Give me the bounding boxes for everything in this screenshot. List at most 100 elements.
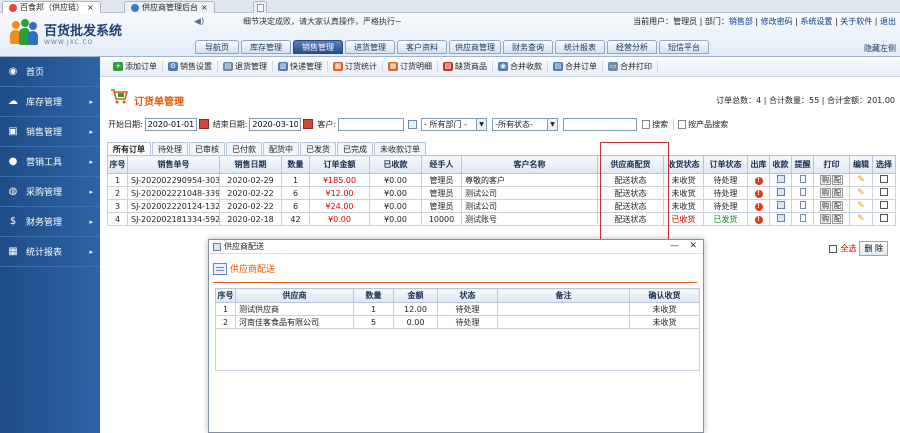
sidebar-item-5[interactable]: $ 财务管理 ▸: [0, 207, 100, 237]
calendar-icon[interactable]: [198, 119, 209, 129]
cell-outbound[interactable]: !: [747, 186, 770, 200]
cell-edit[interactable]: ✎: [849, 199, 873, 213]
cell-outbound[interactable]: !: [747, 212, 770, 226]
cell-confirm[interactable]: 未收货: [629, 302, 700, 316]
table-row[interactable]: 1 SJ-202002290954-303 2020-02-29 1 ¥185.00 ¥0…: [107, 173, 896, 187]
sidebar-item-1[interactable]: ☁ 库存管理 ▸: [0, 87, 100, 117]
cell-order-no[interactable]: SJ-202002221048-339: [127, 186, 220, 200]
print-delivery-button[interactable]: 配: [832, 188, 843, 198]
print-delivery-button[interactable]: 配: [832, 201, 843, 211]
cell-payment[interactable]: [769, 186, 792, 200]
cell-confirm[interactable]: 未收货: [629, 315, 700, 329]
print-purchase-button[interactable]: 购: [820, 188, 831, 198]
pencil-icon[interactable]: ✎: [857, 201, 865, 211]
sidebar-item-4[interactable]: ◍ 采购管理 ▸: [0, 177, 100, 207]
cell-outbound[interactable]: !: [747, 199, 770, 213]
table-row[interactable]: 2 SJ-202002221048-339 2020-02-22 6 ¥12.00 ¥0.…: [107, 186, 896, 200]
table-row[interactable]: 3 SJ-202002220124-132 2020-02-22 6 ¥24.00 ¥0.…: [107, 199, 896, 213]
toolbar-button-1[interactable]: ⚙ 销售设置: [163, 61, 218, 72]
cell-select[interactable]: [872, 199, 896, 213]
pencil-icon[interactable]: ✎: [857, 175, 865, 185]
nav-tab-3[interactable]: 进货管理: [345, 40, 395, 54]
about-link[interactable]: 关于软件: [840, 17, 872, 26]
status-tab-1[interactable]: 待处理: [152, 142, 188, 155]
toolbar-button-7[interactable]: ◉ 合并收款: [493, 61, 548, 72]
sidebar-item-6[interactable]: ▦ 统计报表 ▸: [0, 237, 100, 267]
print-delivery-button[interactable]: 配: [832, 175, 843, 185]
customer-picker-icon[interactable]: [408, 119, 418, 129]
search-button[interactable]: 搜索: [642, 119, 668, 130]
start-date-input[interactable]: [144, 117, 197, 131]
toolbar-button-5[interactable]: ▦ 订货明细: [383, 61, 438, 72]
cell-edit[interactable]: ✎: [849, 212, 873, 226]
cell-select[interactable]: [872, 212, 896, 226]
keyword-input[interactable]: [563, 117, 638, 131]
end-date-input[interactable]: [249, 117, 302, 131]
alert-icon[interactable]: !: [754, 203, 763, 211]
calendar-icon[interactable]: [303, 119, 314, 129]
status-tab-7[interactable]: 未收款订单: [374, 142, 426, 155]
cell-order-no[interactable]: SJ-202002290954-303: [127, 173, 220, 187]
status-tab-2[interactable]: 已审核: [189, 142, 225, 155]
row-checkbox[interactable]: [880, 175, 888, 183]
minimize-icon[interactable]: —: [670, 241, 679, 251]
row-checkbox[interactable]: [880, 201, 888, 209]
payment-icon[interactable]: [776, 201, 785, 209]
print-delivery-button[interactable]: 配: [832, 214, 843, 224]
cell-order-no[interactable]: SJ-202002220124-132: [127, 199, 220, 213]
print-purchase-button[interactable]: 购: [820, 201, 831, 211]
status-tab-4[interactable]: 配货中: [263, 142, 299, 155]
nav-tab-2[interactable]: 销售管理: [293, 40, 343, 54]
payment-icon[interactable]: [776, 188, 785, 196]
dept-link[interactable]: 销售部: [729, 17, 753, 26]
browser-tab-main[interactable]: 百食邦（供应链） ×: [2, 1, 101, 13]
dialog-title-bar[interactable]: 供应商配送: [209, 240, 703, 254]
close-icon[interactable]: ✕: [689, 241, 697, 251]
cell-remind[interactable]: [791, 186, 814, 200]
new-tab-button[interactable]: [253, 1, 267, 13]
pencil-icon[interactable]: ✎: [857, 214, 865, 224]
toolbar-button-4[interactable]: ▦ 订货统计: [328, 61, 383, 72]
cell-remind[interactable]: [791, 173, 814, 187]
nav-tab-8[interactable]: 经营分析: [607, 40, 657, 54]
select-all-label[interactable]: 全选: [840, 243, 856, 254]
nav-tab-6[interactable]: 财务查询: [503, 40, 553, 54]
document-icon[interactable]: [799, 201, 806, 209]
department-select[interactable]: - 所有部门 - ▼: [421, 117, 488, 131]
status-tab-0[interactable]: 所有订单: [107, 142, 151, 155]
status-select[interactable]: -所有状态- ▼: [492, 117, 559, 131]
payment-icon[interactable]: [776, 175, 785, 183]
status-tab-3[interactable]: 已付款: [226, 142, 262, 155]
close-icon[interactable]: ×: [201, 3, 208, 12]
table-row[interactable]: 4 SJ-202002181334-592 2020-02-18 42 ¥0.00 ¥0.…: [107, 212, 896, 226]
nav-tab-5[interactable]: 供应商管理: [449, 40, 501, 54]
toolbar-button-8[interactable]: ▤ 合并订单: [548, 61, 603, 72]
toolbar-button-3[interactable]: ▥ 快递管理: [273, 61, 328, 72]
nav-tab-4[interactable]: 客户资料: [397, 40, 447, 54]
cell-payment[interactable]: [769, 212, 792, 226]
cell-remind[interactable]: [791, 199, 814, 213]
pencil-icon[interactable]: ✎: [857, 188, 865, 198]
cell-select[interactable]: [872, 186, 896, 200]
row-checkbox[interactable]: [880, 214, 888, 222]
customer-input[interactable]: [338, 117, 405, 131]
payment-icon[interactable]: [776, 214, 785, 222]
toolbar-button-2[interactable]: ▤ 退货管理: [218, 61, 273, 72]
cell-select[interactable]: [872, 173, 896, 187]
select-all-checkbox[interactable]: [829, 244, 838, 253]
product-search-button[interactable]: 按产品搜索: [673, 118, 728, 130]
nav-tab-0[interactable]: 导航页: [195, 40, 239, 54]
alert-icon[interactable]: !: [754, 216, 763, 224]
system-settings-link[interactable]: 系统设置: [800, 17, 832, 26]
cell-remind[interactable]: [791, 212, 814, 226]
sidebar-item-0[interactable]: ◉ 首页: [0, 57, 100, 87]
row-checkbox[interactable]: [880, 188, 888, 196]
close-icon[interactable]: ×: [87, 3, 94, 12]
sidebar-item-2[interactable]: ▣ 销售管理 ▸: [0, 117, 100, 147]
logout-link[interactable]: 退出: [880, 17, 896, 26]
toolbar-button-0[interactable]: + 添加订单: [108, 61, 163, 72]
nav-tab-7[interactable]: 统计报表: [555, 40, 605, 54]
alert-icon[interactable]: !: [754, 177, 763, 185]
status-tab-6[interactable]: 已完成: [337, 142, 373, 155]
browser-tab-supplier[interactable]: 供应商管理后台 ×: [124, 1, 215, 13]
